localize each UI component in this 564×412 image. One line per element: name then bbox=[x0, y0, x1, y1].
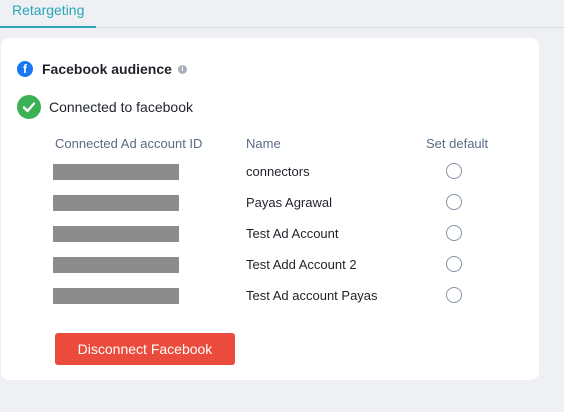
table-row: Test Ad Account bbox=[1, 225, 539, 248]
set-default-radio[interactable] bbox=[446, 163, 462, 179]
check-circle-icon bbox=[17, 95, 41, 119]
masked-account-id bbox=[53, 164, 179, 180]
masked-account-id bbox=[53, 257, 179, 273]
masked-account-id bbox=[53, 288, 179, 304]
column-header-set-default: Set default bbox=[426, 136, 489, 151]
status-text: Connected to facebook bbox=[49, 99, 193, 115]
facebook-icon: f bbox=[17, 61, 33, 77]
disconnect-facebook-button[interactable]: Disconnect Facebook bbox=[55, 333, 235, 365]
table-row: connectors bbox=[1, 163, 539, 186]
card-title: Facebook audience bbox=[42, 61, 172, 77]
set-default-radio[interactable] bbox=[446, 287, 462, 303]
masked-account-id bbox=[53, 195, 179, 211]
table-row: Test Add Account 2 bbox=[1, 256, 539, 279]
account-name: connectors bbox=[246, 164, 310, 179]
account-name: Test Ad Account bbox=[246, 226, 339, 241]
account-name: Test Ad account Payas bbox=[246, 288, 378, 303]
column-header-name: Name bbox=[246, 136, 281, 151]
facebook-audience-card: f Facebook audience i Connected to faceb… bbox=[1, 38, 539, 380]
masked-account-id bbox=[53, 226, 179, 242]
connection-status: Connected to facebook bbox=[17, 95, 193, 119]
info-icon[interactable]: i bbox=[177, 64, 187, 74]
set-default-radio[interactable] bbox=[446, 194, 462, 210]
table-row: Payas Agrawal bbox=[1, 194, 539, 217]
tab-retargeting[interactable]: Retargeting bbox=[0, 0, 97, 28]
account-name: Test Add Account 2 bbox=[246, 257, 357, 272]
account-name: Payas Agrawal bbox=[246, 195, 332, 210]
set-default-radio[interactable] bbox=[446, 256, 462, 272]
set-default-radio[interactable] bbox=[446, 225, 462, 241]
table-row: Test Ad account Payas bbox=[1, 287, 539, 310]
tab-bar: Retargeting bbox=[0, 0, 564, 28]
column-header-account-id: Connected Ad account ID bbox=[55, 136, 203, 151]
card-header: f Facebook audience i bbox=[17, 60, 187, 78]
